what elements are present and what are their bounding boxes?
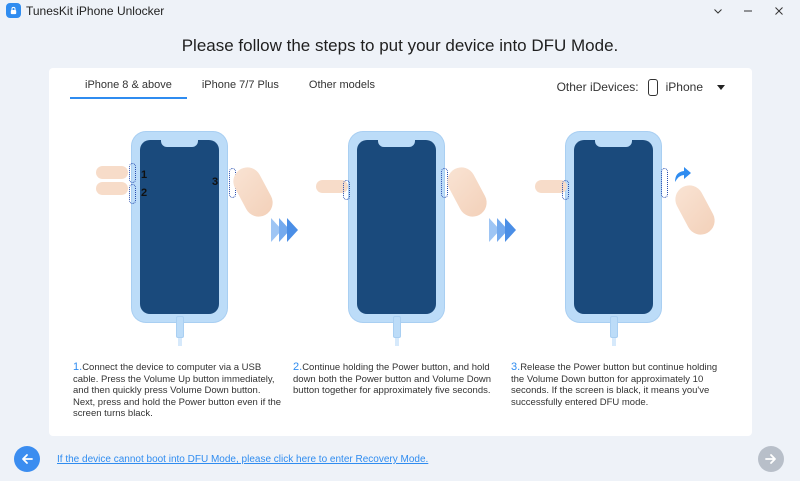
page-title: Please follow the steps to put your devi… — [181, 36, 619, 55]
tab-other-models[interactable]: Other models — [294, 68, 390, 99]
step-3-description: Release the Power button but continue ho… — [511, 362, 718, 408]
step-1-text: 1.Connect the device to computer via a U… — [73, 361, 283, 420]
tab-iphone-7[interactable]: iPhone 7/7 Plus — [187, 68, 294, 99]
power-button-highlight — [661, 168, 668, 198]
back-button[interactable] — [14, 446, 40, 472]
marker-2: 2 — [141, 187, 148, 199]
hand-icon — [670, 180, 720, 240]
volume-down-highlight — [562, 180, 569, 200]
usb-cable-icon — [610, 316, 618, 338]
close-icon[interactable] — [768, 2, 790, 20]
marker-3: 3 — [212, 176, 219, 188]
recovery-mode-link[interactable]: If the device cannot boot into DFU Mode,… — [57, 454, 428, 465]
volume-up-highlight — [129, 163, 136, 183]
step-2-text: 2.Continue holding the Power button, and… — [293, 361, 503, 397]
instructions-card: iPhone 8 & above iPhone 7/7 Plus Other m… — [49, 68, 752, 436]
step-3-number: 3. — [511, 361, 521, 373]
volume-down-highlight — [129, 184, 136, 204]
volume-down-highlight — [343, 180, 350, 200]
step-1-description: Connect the device to computer via a USB… — [73, 362, 282, 419]
usb-cable-icon — [176, 316, 184, 338]
tab-iphone-8-above[interactable]: iPhone 8 & above — [70, 68, 187, 99]
step-3-text: 3.Release the Power button but continue … — [511, 361, 721, 408]
finger-icon — [96, 182, 128, 195]
step-2-number: 2. — [293, 361, 303, 373]
phone-icon — [647, 78, 658, 96]
release-arrow-icon — [675, 167, 691, 182]
app-title: TunesKit iPhone Unlocker — [26, 4, 165, 18]
device-selected: iPhone — [665, 80, 703, 94]
next-button[interactable] — [758, 446, 784, 472]
dropdown-caret-icon[interactable] — [717, 84, 725, 90]
device-picker-label: Other iDevices: — [556, 80, 639, 94]
arrow-left-icon — [22, 454, 33, 464]
finger-icon — [96, 166, 128, 179]
dfu-illustration: 1 2 3 — [49, 108, 752, 388]
chevron-down-icon[interactable] — [707, 2, 729, 20]
phone-illustration-step-1 — [132, 132, 227, 322]
hand-icon — [442, 162, 492, 222]
marker-1: 1 — [141, 169, 148, 181]
device-picker[interactable]: Other iDevices: iPhone — [557, 76, 725, 98]
title-bar: TunesKit iPhone Unlocker — [0, 0, 800, 22]
chevron-right-icon — [489, 218, 516, 242]
arrow-right-icon — [765, 454, 776, 464]
step-1-number: 1. — [73, 361, 83, 373]
step-2-description: Continue holding the Power button, and h… — [293, 362, 492, 396]
minimize-icon[interactable] — [737, 2, 759, 20]
model-tabs: iPhone 8 & above iPhone 7/7 Plus Other m… — [70, 68, 390, 100]
phone-illustration-step-3 — [566, 132, 661, 322]
lock-icon — [6, 3, 21, 18]
chevron-right-icon — [271, 218, 298, 242]
phone-illustration-step-2 — [349, 132, 444, 322]
usb-cable-icon — [393, 316, 401, 338]
